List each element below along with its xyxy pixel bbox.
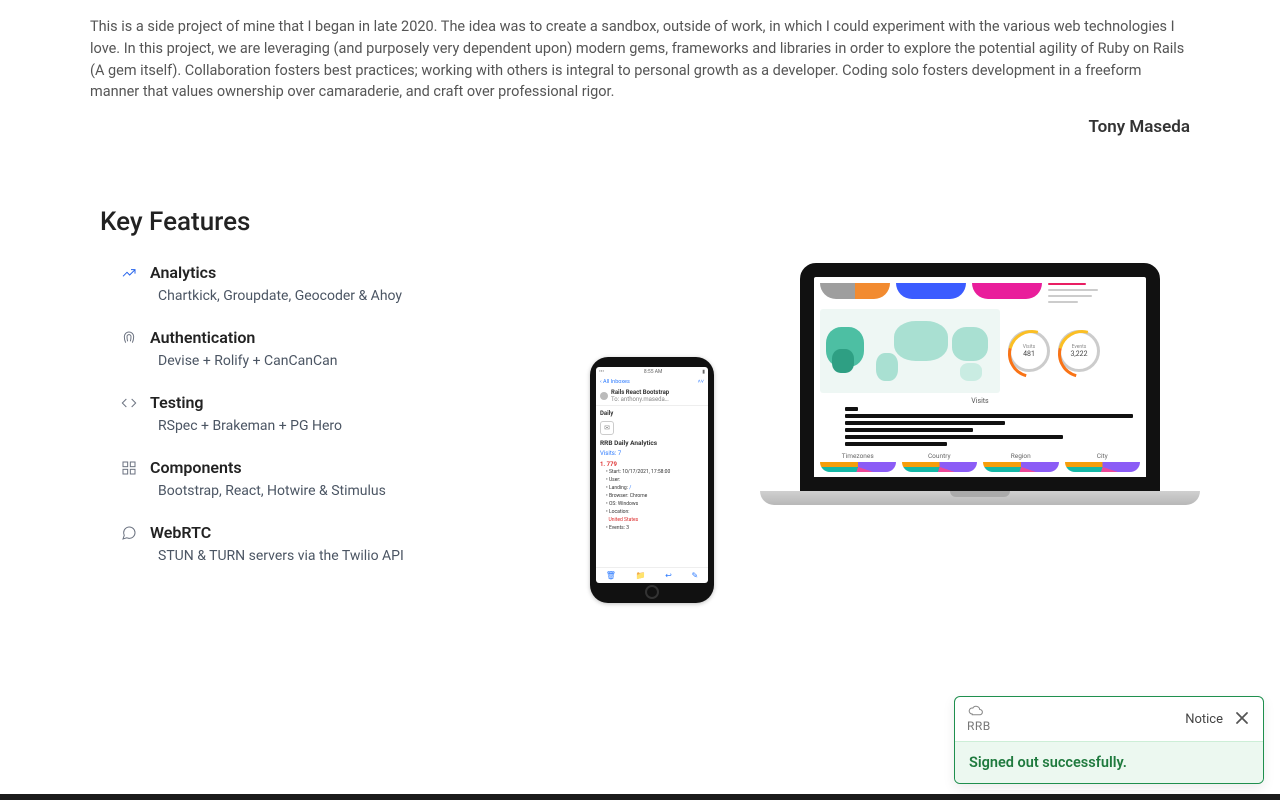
toast-notice-label: Notice (1185, 712, 1223, 727)
reply-icon: ↩ (665, 571, 672, 580)
gauge-visits: Visits 481 (1008, 330, 1050, 372)
feature-list: Analytics Chartkick, Groupdate, Geocoder… (90, 263, 520, 603)
feature-desc: RSpec + Brakeman + PG Hero (158, 418, 520, 434)
chart-line-icon (120, 264, 138, 282)
laptop-screen: Visits 481 Events 3,222 Visits (800, 263, 1160, 491)
phone-mockup: •••8:55 AM▮ ‹ All Inboxes ˄˅ Rails React… (590, 357, 714, 603)
toast-message: Signed out successfully. (955, 741, 1263, 783)
cloud-icon (967, 705, 985, 717)
feature-name: Authentication (150, 328, 255, 347)
code-icon (120, 394, 138, 412)
trash-icon: 🗑 (606, 571, 616, 580)
feature-name: Testing (150, 393, 204, 412)
chart-donut-slice (972, 283, 1042, 299)
mini-bar (1048, 295, 1092, 297)
author-name: Tony Maseda (90, 117, 1190, 137)
world-map-chart (820, 309, 1000, 393)
feature-desc: Bootstrap, React, Hotwire & Stimulus (158, 483, 520, 499)
feature-testing[interactable]: Testing RSpec + Brakeman + PG Hero (120, 393, 520, 434)
feature-desc: Chartkick, Groupdate, Geocoder & Ahoy (158, 288, 520, 304)
avatar (600, 392, 608, 400)
attachment-icon: ✉ (600, 421, 614, 435)
phone-visits-line: Visits: 7 (600, 450, 704, 457)
mini-chart-timezones: Timezones (820, 452, 896, 472)
laptop-base (760, 491, 1200, 505)
chart-donut-slice (820, 283, 890, 299)
close-icon (1235, 711, 1249, 725)
feature-name: WebRTC (150, 523, 211, 542)
mini-chart-region: Region (983, 452, 1059, 472)
toast-brand: RRB (967, 705, 991, 733)
toast-notification: RRB Notice Signed out successfully. (954, 696, 1264, 784)
feature-desc: Devise + Rolify + CanCanCan (158, 353, 520, 369)
intro-paragraph: This is a side project of mine that I be… (90, 16, 1190, 103)
feature-webrtc[interactable]: WebRTC STUN & TURN servers via the Twili… (120, 523, 520, 564)
phone-message-title: RRB Daily Analytics (600, 439, 704, 447)
mini-chart-country: Country (902, 452, 978, 472)
folder-icon: 📁 (636, 571, 646, 580)
phone-screen: •••8:55 AM▮ ‹ All Inboxes ˄˅ Rails React… (596, 367, 708, 583)
phone-back: ‹ All Inboxes (600, 379, 630, 385)
phone-section-label: Daily (600, 410, 704, 417)
mini-chart-city: City (1065, 452, 1141, 472)
features-heading: Key Features (100, 207, 1190, 237)
feature-components[interactable]: Components Bootstrap, React, Hotwire & S… (120, 458, 520, 499)
feature-name: Components (150, 458, 242, 477)
compose-icon: ✎ (691, 571, 698, 580)
device-mockups: Visits 481 Events 3,222 Visits (560, 263, 1190, 603)
phone-sender-sub: To: anthony.maseda… (611, 396, 669, 403)
phone-home-button (645, 585, 659, 599)
feature-authentication[interactable]: Authentication Devise + Rolify + CanCanC… (120, 328, 520, 369)
feature-analytics[interactable]: Analytics Chartkick, Groupdate, Geocoder… (120, 263, 520, 304)
phone-sender-title: Rails React Bootstrap (611, 389, 669, 396)
fingerprint-icon (120, 329, 138, 347)
chart-donut-slice (896, 283, 966, 299)
visits-bar-chart (820, 407, 1140, 446)
grid-icon (120, 459, 138, 477)
phone-up-down-icon: ˄˅ (698, 379, 704, 385)
mini-bar (1048, 289, 1098, 291)
visits-chart-title: Visits (820, 397, 1140, 405)
gauge-events: Events 3,222 (1058, 330, 1100, 372)
laptop-mockup: Visits 481 Events 3,222 Visits (760, 263, 1200, 505)
toast-close-button[interactable] (1233, 709, 1251, 730)
chat-icon (120, 524, 138, 542)
feature-name: Analytics (150, 263, 216, 282)
phone-detail-list: • Start: 10/17/2021, 17:58:00 • User: • … (600, 468, 704, 532)
mini-bar (1048, 301, 1078, 303)
page-footer-bar (0, 794, 1280, 800)
phone-item-number: 1. 779 (600, 461, 704, 468)
phone-toolbar: 🗑 📁 ↩ ✎ (596, 567, 708, 583)
feature-desc: STUN & TURN servers via the Twilio API (158, 548, 520, 564)
mini-bar (1048, 283, 1086, 285)
